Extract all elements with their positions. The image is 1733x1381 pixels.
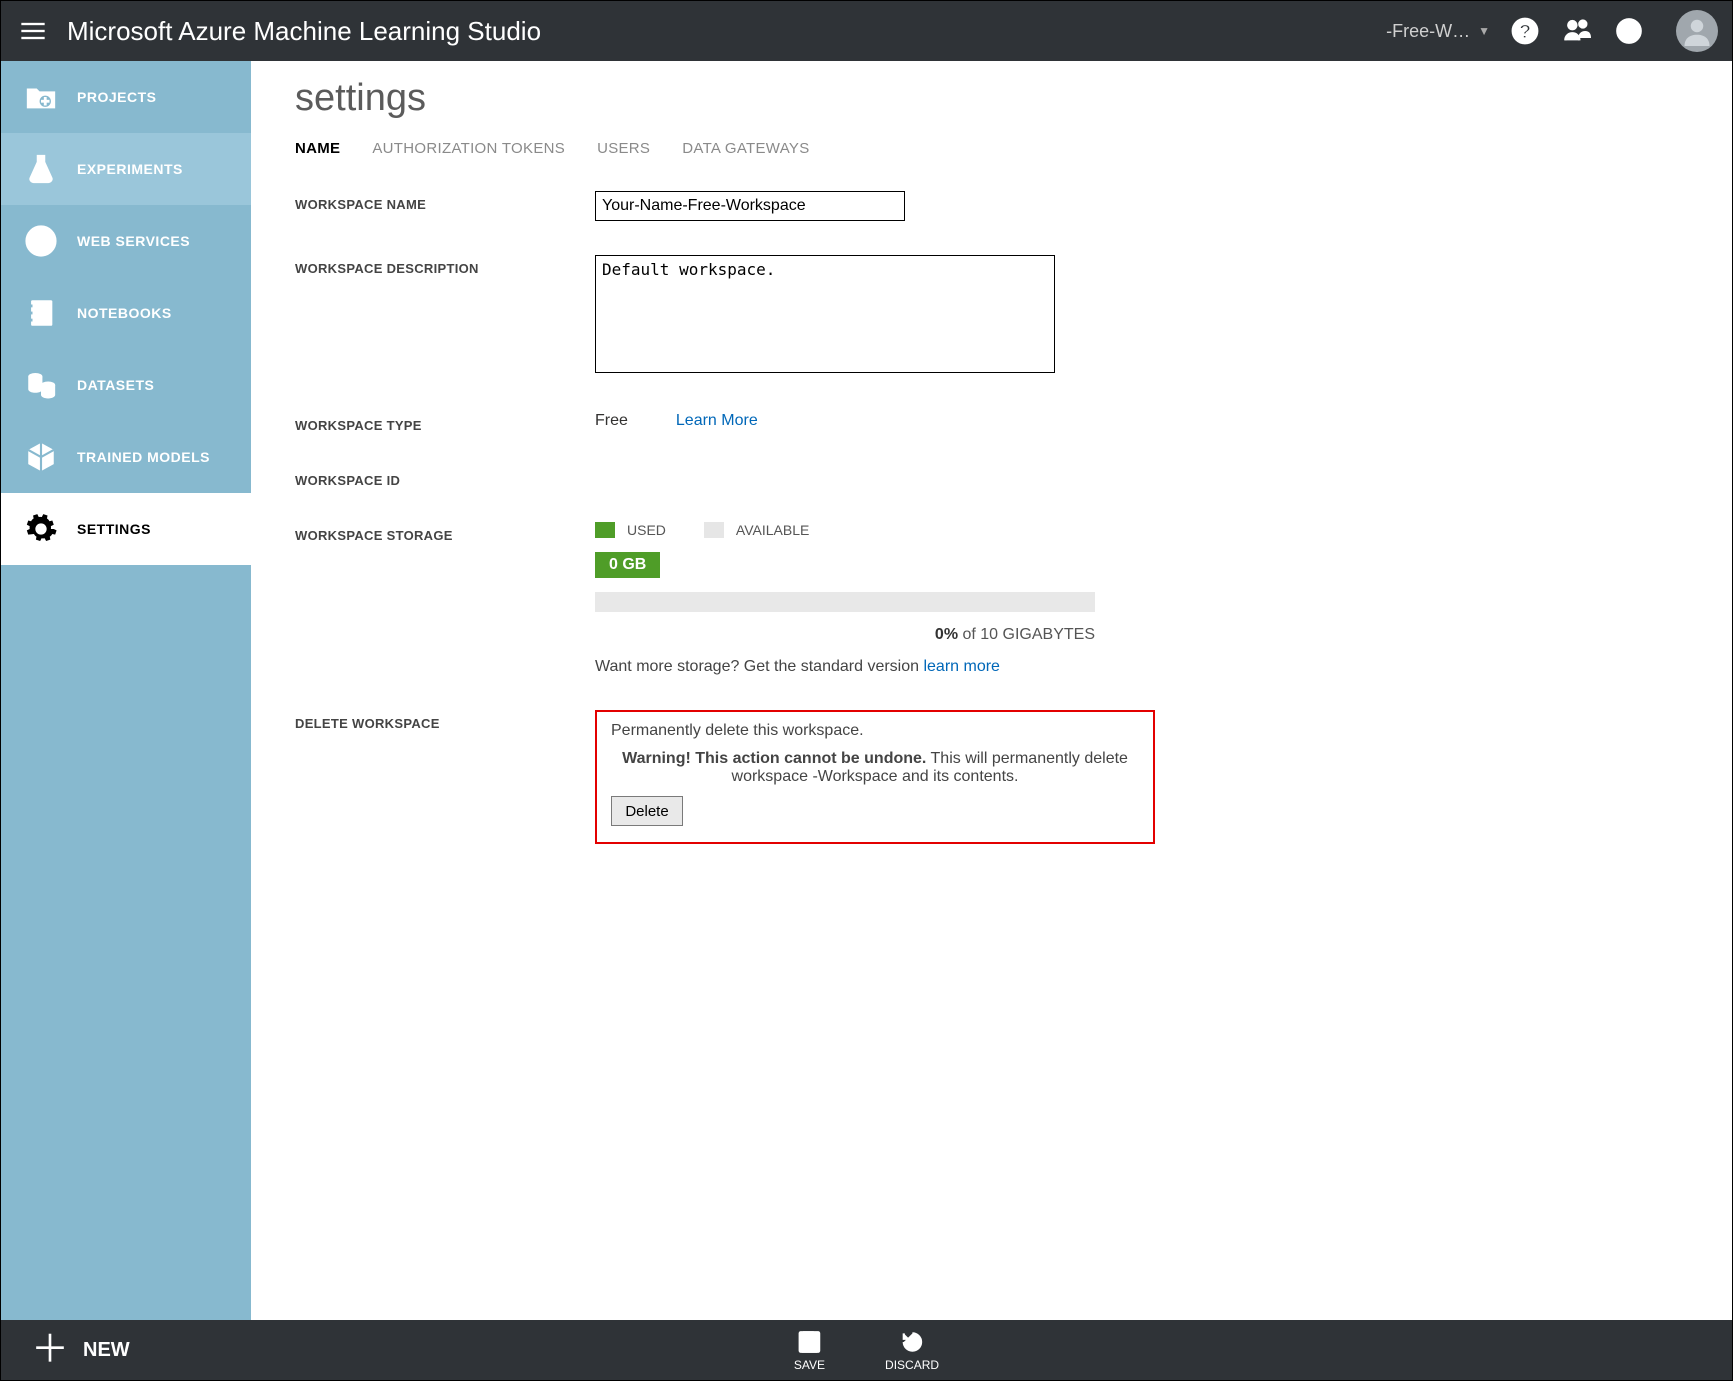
topbar: Microsoft Azure Machine Learning Studio …	[1, 1, 1732, 61]
bottombar: ＋ NEW SAVE DISCARD	[1, 1320, 1732, 1380]
sidebar-item-projects[interactable]: PROJECTS	[1, 61, 251, 133]
label-workspace-type: WORKSPACE TYPE	[295, 412, 595, 433]
notebook-icon	[23, 295, 59, 331]
sidebar-item-trained-models[interactable]: TRAINED MODELS	[1, 421, 251, 493]
sidebar-item-experiments[interactable]: EXPERIMENTS	[1, 133, 251, 205]
label-workspace-id: WORKSPACE ID	[295, 467, 595, 488]
label-workspace-storage: WORKSPACE STORAGE	[295, 522, 595, 543]
content: settings NAME AUTHORIZATION TOKENS USERS…	[251, 61, 1732, 1320]
label-delete-workspace: DELETE WORKSPACE	[295, 710, 595, 731]
swatch-available-icon	[704, 522, 724, 538]
sidebar-item-datasets[interactable]: DATASETS	[1, 349, 251, 421]
sidebar-item-web-services[interactable]: WEB SERVICES	[1, 205, 251, 277]
avatar[interactable]	[1676, 10, 1718, 52]
globe-icon	[23, 223, 59, 259]
delete-button[interactable]: Delete	[611, 796, 683, 826]
label-workspace-name: WORKSPACE NAME	[295, 191, 595, 212]
flask-icon	[23, 151, 59, 187]
database-icon	[23, 367, 59, 403]
sidebar-item-settings[interactable]: SETTINGS	[1, 493, 251, 565]
delete-workspace-box: Permanently delete this workspace. Warni…	[595, 710, 1155, 844]
tabs: NAME AUTHORIZATION TOKENS USERS DATA GAT…	[295, 140, 1692, 157]
new-button-label: NEW	[83, 1339, 130, 1362]
delete-warning: Warning! This action cannot be undone. T…	[611, 750, 1139, 786]
sidebar: PROJECTS EXPERIMENTS WEB SERVICES NOTEBO…	[1, 61, 251, 1320]
storage-bar	[595, 592, 1095, 612]
sidebar-item-label: EXPERIMENTS	[77, 161, 183, 177]
svg-text:?: ?	[1519, 21, 1531, 43]
feedback-smile-icon[interactable]	[1614, 16, 1644, 46]
menu-icon[interactable]	[15, 13, 51, 49]
workspace-picker-label: -Free-W…	[1386, 21, 1470, 42]
delete-line1: Permanently delete this workspace.	[611, 722, 1139, 740]
help-icon[interactable]: ?	[1510, 16, 1540, 46]
storage-quota: 0% of 10 GIGABYTES	[595, 626, 1095, 644]
workspace-picker[interactable]: -Free-W… ▼	[1386, 21, 1490, 42]
app-title: Microsoft Azure Machine Learning Studio	[67, 16, 1386, 47]
workspace-id-value: b2a61efa5077465782cefa1bf573a2ec	[595, 467, 865, 484]
tab-data-gateways[interactable]: DATA GATEWAYS	[682, 140, 809, 157]
discard-button-label: DISCARD	[885, 1358, 939, 1372]
learn-more-storage-link[interactable]: learn more	[923, 658, 999, 675]
storage-percent: 0%	[935, 626, 958, 643]
save-button[interactable]: SAVE	[794, 1329, 825, 1372]
storage-legend: USED AVAILABLE	[595, 522, 1395, 538]
chevron-down-icon: ▼	[1478, 24, 1490, 38]
sidebar-item-label: SETTINGS	[77, 521, 151, 537]
sidebar-item-notebooks[interactable]: NOTEBOOKS	[1, 277, 251, 349]
cube-icon	[23, 439, 59, 475]
sidebar-item-label: WEB SERVICES	[77, 233, 190, 249]
swatch-used-icon	[595, 522, 615, 538]
tab-name[interactable]: NAME	[295, 140, 340, 157]
storage-quota-suffix: of 10 GIGABYTES	[958, 626, 1095, 643]
gear-icon	[23, 511, 59, 547]
workspace-description-input[interactable]: Default workspace.	[595, 255, 1055, 373]
storage-used-badge: 0 GB	[595, 552, 660, 578]
delete-warning-strong: Warning! This action cannot be undone.	[622, 750, 926, 767]
save-button-label: SAVE	[794, 1358, 825, 1372]
tab-users[interactable]: USERS	[597, 140, 650, 157]
legend-available-label: AVAILABLE	[736, 522, 809, 538]
sidebar-item-label: TRAINED MODELS	[77, 449, 210, 465]
sidebar-item-label: PROJECTS	[77, 89, 156, 105]
discard-button[interactable]: DISCARD	[885, 1329, 939, 1372]
workspace-name-input[interactable]	[595, 191, 905, 221]
sidebar-item-label: NOTEBOOKS	[77, 305, 172, 321]
page-title: settings	[295, 77, 1692, 120]
tab-authorization-tokens[interactable]: AUTHORIZATION TOKENS	[372, 140, 565, 157]
new-button[interactable]: ＋ NEW	[1, 1320, 160, 1380]
users-icon[interactable]	[1562, 16, 1592, 46]
learn-more-link[interactable]: Learn More	[676, 412, 758, 430]
sidebar-item-label: DATASETS	[77, 377, 154, 393]
folder-icon	[23, 79, 59, 115]
workspace-type-value: Free	[595, 412, 628, 430]
label-workspace-description: WORKSPACE DESCRIPTION	[295, 255, 595, 276]
more-storage-text: Want more storage? Get the standard vers…	[595, 658, 1395, 676]
legend-used-label: USED	[627, 522, 666, 538]
